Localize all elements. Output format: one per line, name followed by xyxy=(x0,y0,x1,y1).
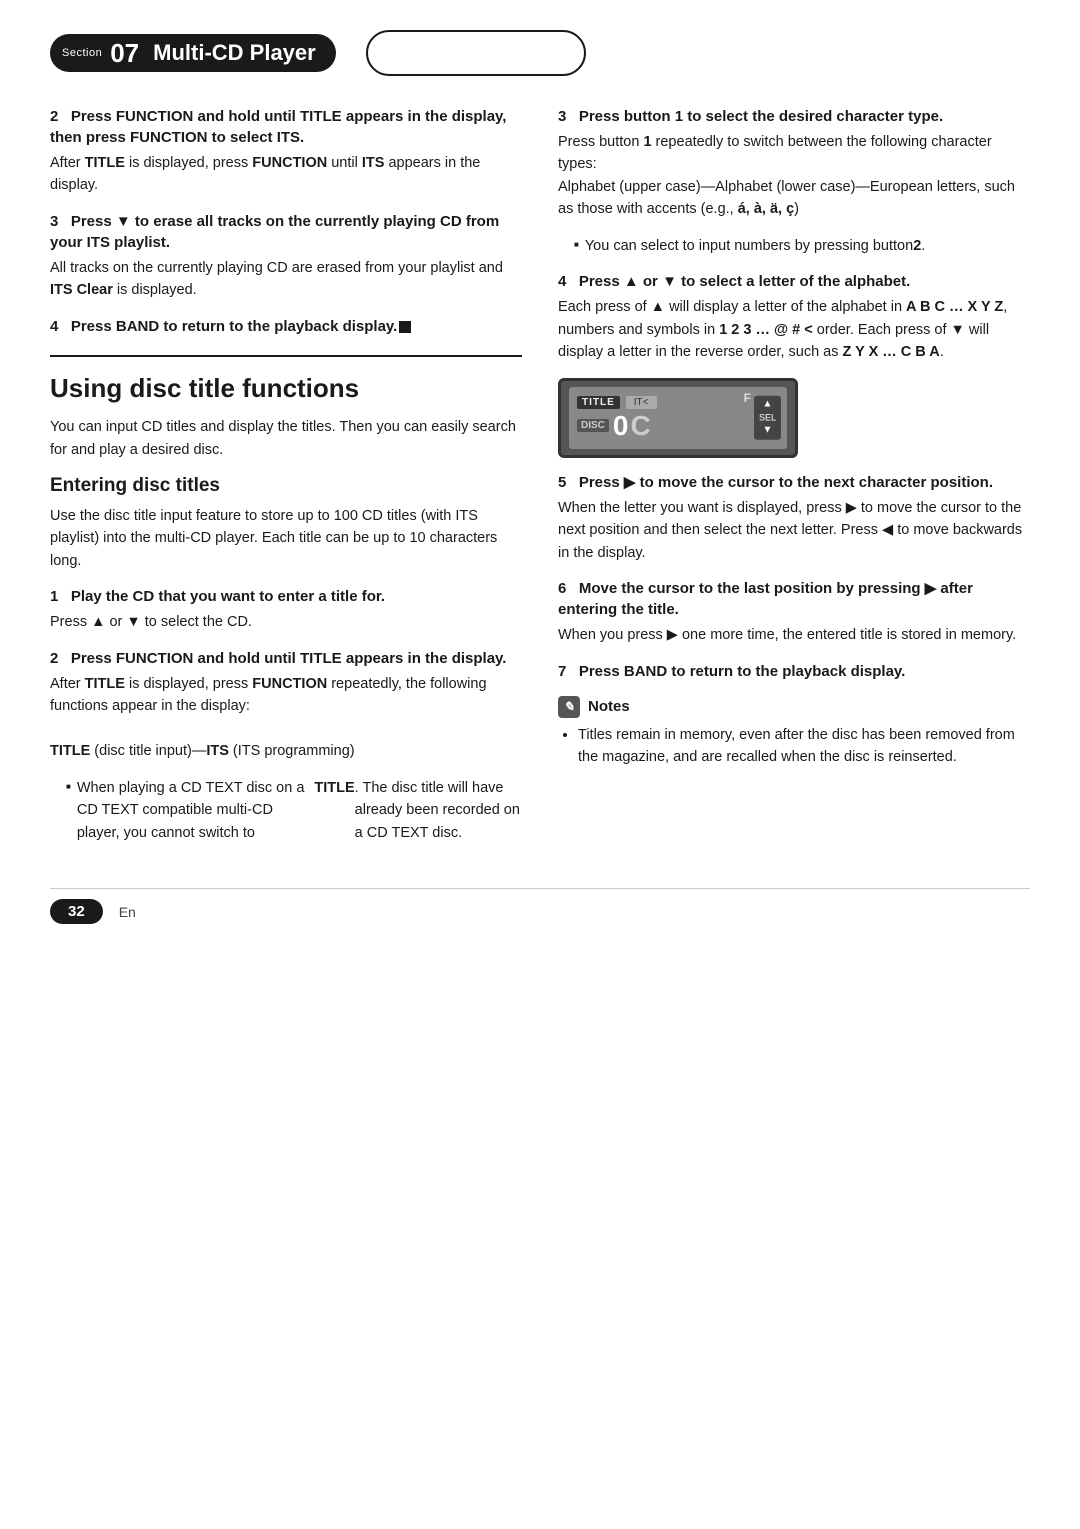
step4-right-heading: 4 Press ▲ or ▼ to select a letter of the… xyxy=(558,271,1030,292)
footer-language: En xyxy=(119,904,136,920)
header: Section 07 Multi-CD Player xyxy=(50,30,1030,76)
section-badge: Section 07 Multi-CD Player xyxy=(50,34,336,72)
step4-right-body: Each press of ▲ will display a letter of… xyxy=(558,296,1030,363)
notes-label: Notes xyxy=(588,698,630,715)
header-right-box xyxy=(366,30,586,76)
right-column: 3 Press button 1 to select the desired c… xyxy=(558,106,1030,858)
left-column: 2 Press FUNCTION and hold until TITLE ap… xyxy=(50,106,522,858)
main-section-title: Using disc title functions xyxy=(50,373,522,404)
notes-box: ✎ Notes Titles remain in memory, even af… xyxy=(558,696,1030,769)
step2-top-body: After TITLE is displayed, press FUNCTION… xyxy=(50,152,522,197)
step2-top-heading: 2 Press FUNCTION and hold until TITLE ap… xyxy=(50,106,522,148)
step1: 1 Play the CD that you want to enter a t… xyxy=(50,586,522,633)
divider xyxy=(50,355,522,357)
section-label: Section xyxy=(62,47,102,59)
step2-entering-list: When playing a CD TEXT disc on a CD TEXT… xyxy=(50,777,522,844)
notes-list: Titles remain in memory, even after the … xyxy=(558,724,1030,769)
step4-top-heading: 4 Press BAND to return to the playback d… xyxy=(50,316,522,337)
step5-right-heading: 5 Press ▶ to move the cursor to the next… xyxy=(558,472,1030,493)
page: Section 07 Multi-CD Player 2 Press FUNCT… xyxy=(0,0,1080,1529)
notes-icon: ✎ xyxy=(558,696,580,718)
section-number: 07 xyxy=(110,40,139,66)
step3-top-body: All tracks on the currently playing CD a… xyxy=(50,257,522,302)
section-title: Multi-CD Player xyxy=(153,40,316,66)
footer: 32 En xyxy=(50,888,1030,924)
step6-right-heading: 6 Move the cursor to the last position b… xyxy=(558,578,1030,620)
step4-top: 4 Press BAND to return to the playback d… xyxy=(50,316,522,337)
step3-right-heading: 3 Press button 1 to select the desired c… xyxy=(558,106,1030,127)
step5-right: 5 Press ▶ to move the cursor to the next… xyxy=(558,472,1030,564)
step2-entering: 2 Press FUNCTION and hold until TITLE ap… xyxy=(50,648,522,844)
step2-entering-heading: 2 Press FUNCTION and hold until TITLE ap… xyxy=(50,648,522,669)
sub-section-body: Use the disc title input feature to stor… xyxy=(50,505,522,572)
step3-right-list: You can select to input numbers by press… xyxy=(558,235,1030,257)
step3-right-body: Press button 1 repeatedly to switch betw… xyxy=(558,131,1030,221)
step7-right: 7 Press BAND to return to the playback d… xyxy=(558,661,1030,682)
two-columns: 2 Press FUNCTION and hold until TITLE ap… xyxy=(50,106,1030,858)
page-number-badge: 32 xyxy=(50,899,103,924)
step6-right: 6 Move the cursor to the last position b… xyxy=(558,578,1030,646)
step7-right-heading: 7 Press BAND to return to the playback d… xyxy=(558,661,1030,682)
notes-header: ✎ Notes xyxy=(558,696,1030,718)
step3-right: 3 Press button 1 to select the desired c… xyxy=(558,106,1030,257)
sub-section-title: Entering disc titles xyxy=(50,475,522,497)
step6-right-body: When you press ▶ one more time, the ente… xyxy=(558,624,1030,646)
stop-icon xyxy=(399,321,411,333)
step2-top-its: 2 Press FUNCTION and hold until TITLE ap… xyxy=(50,106,522,197)
step1-body: Press ▲ or ▼ to select the CD. xyxy=(50,611,522,633)
step2-list-item1: When playing a CD TEXT disc on a CD TEXT… xyxy=(66,777,522,844)
step1-heading: 1 Play the CD that you want to enter a t… xyxy=(50,586,522,607)
step4-right: 4 Press ▲ or ▼ to select a letter of the… xyxy=(558,271,1030,457)
notes-item-1: Titles remain in memory, even after the … xyxy=(578,724,1030,769)
step5-right-body: When the letter you want is displayed, p… xyxy=(558,497,1030,564)
main-section-body: You can input CD titles and display the … xyxy=(50,416,522,461)
display-image: TITLE IT< DISC 0 C F ▲ SEL xyxy=(558,378,798,458)
step2-entering-body: After TITLE is displayed, press FUNCTION… xyxy=(50,673,522,763)
step3-top: 3 Press ▼ to erase all tracks on the cur… xyxy=(50,211,522,302)
step3-list-item1: You can select to input numbers by press… xyxy=(574,235,1030,257)
step3-top-heading: 3 Press ▼ to erase all tracks on the cur… xyxy=(50,211,522,253)
